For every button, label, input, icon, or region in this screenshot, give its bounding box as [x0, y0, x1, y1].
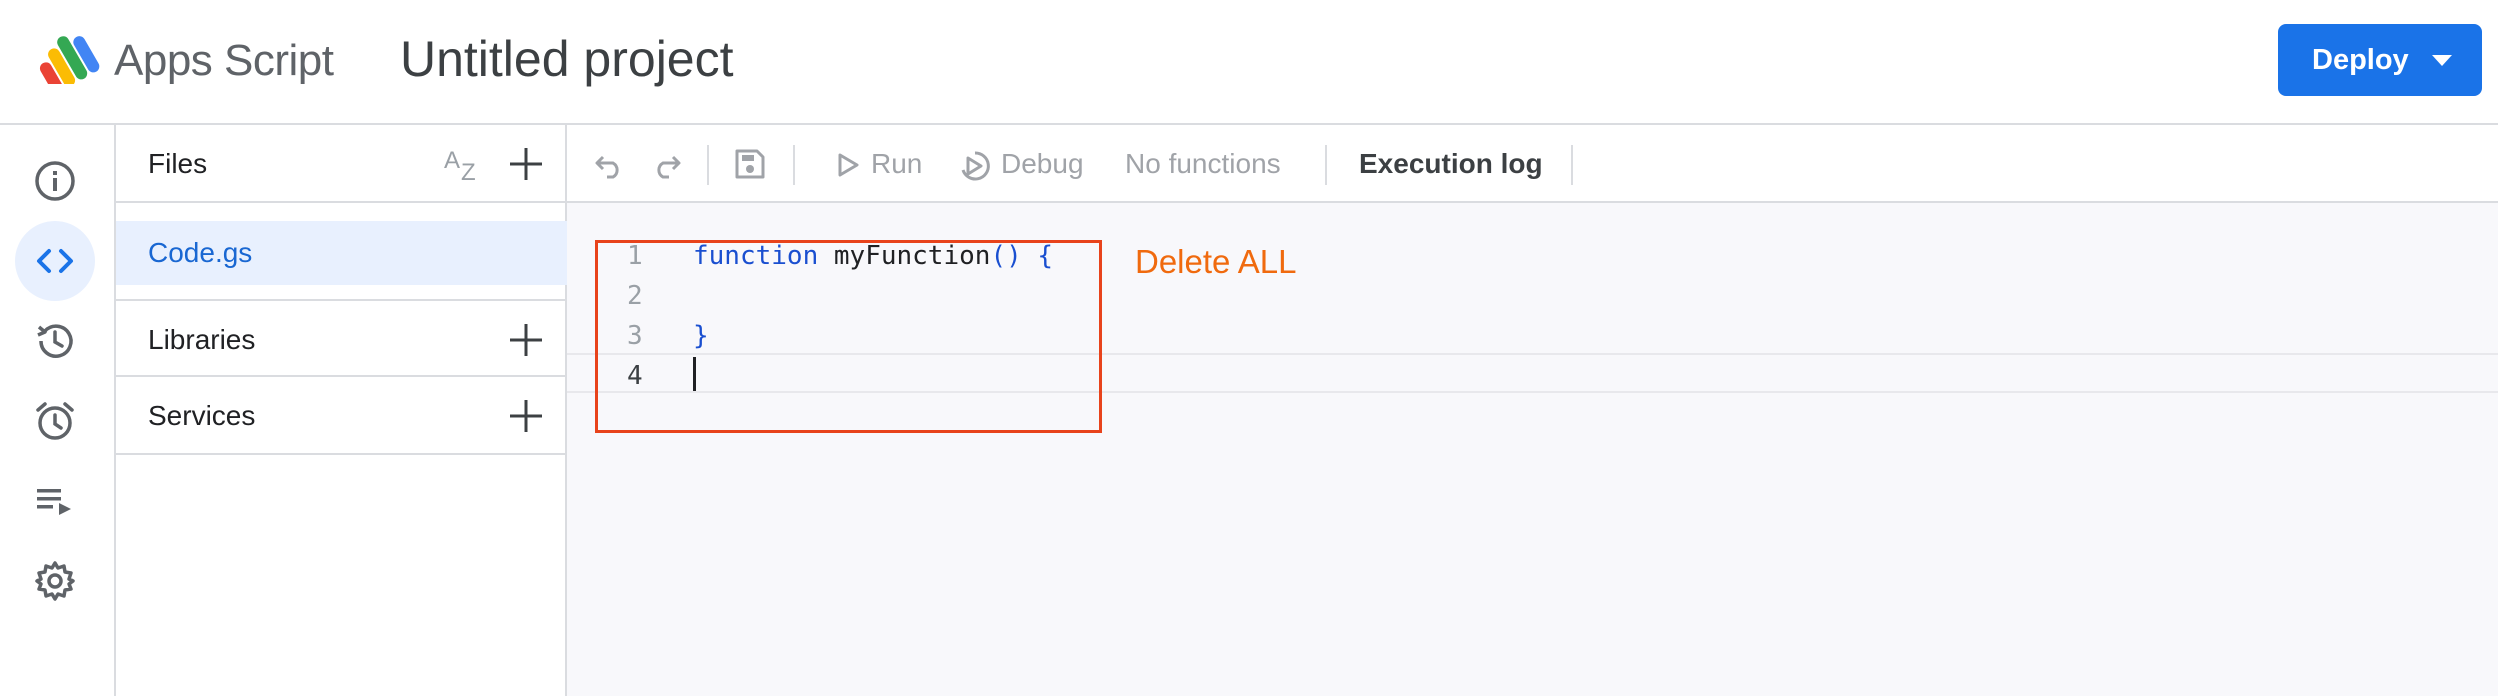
- files-heading: Files: [148, 148, 208, 179]
- svg-text:Z: Z: [461, 159, 476, 184]
- caret-down-icon: [2432, 55, 2452, 66]
- toolbar-divider: [707, 145, 709, 185]
- executions-button[interactable]: [15, 301, 95, 381]
- deploy-label: Deploy: [2312, 43, 2409, 76]
- info-icon: [35, 161, 75, 201]
- annotation-box: [595, 240, 1102, 433]
- services-heading: Services: [148, 400, 256, 431]
- app-name: Apps Script: [114, 36, 334, 85]
- overview-button[interactable]: [15, 141, 95, 221]
- side-rail: [0, 125, 116, 696]
- editor-area: Run Debug No functions Execution log 1 f…: [567, 125, 2498, 696]
- toolbar-divider: [793, 145, 795, 185]
- executions-list-button[interactable]: [15, 461, 95, 541]
- code-icon: [37, 249, 73, 273]
- editor-toolbar: Run Debug No functions Execution log: [567, 125, 2498, 203]
- gear-icon: [35, 561, 75, 601]
- project-title[interactable]: Untitled project: [400, 30, 734, 88]
- toolbar-divider: [1325, 145, 1327, 185]
- settings-button[interactable]: [15, 541, 95, 621]
- apps-script-logo-icon[interactable]: [36, 32, 104, 84]
- top-bar: Apps Script Untitled project Deploy: [0, 0, 2498, 125]
- deploy-button[interactable]: Deploy: [2278, 24, 2482, 96]
- editor-button[interactable]: [15, 221, 95, 301]
- save-icon[interactable]: [733, 147, 767, 181]
- history-icon: [37, 324, 73, 358]
- toolbar-divider: [1571, 145, 1573, 185]
- sort-az-icon[interactable]: A Z: [442, 144, 484, 184]
- execution-log-button[interactable]: Execution log: [1359, 148, 1543, 180]
- run-label: Run: [871, 148, 923, 179]
- file-item-code-gs[interactable]: Code.gs: [116, 221, 567, 285]
- files-header: Files A Z: [116, 125, 567, 203]
- services-row: Services: [116, 377, 567, 455]
- play-icon: [838, 153, 859, 177]
- alarm-icon: [36, 402, 74, 440]
- libraries-row: Libraries: [116, 299, 567, 377]
- add-service-icon[interactable]: [508, 398, 544, 434]
- triggers-button[interactable]: [15, 381, 95, 461]
- files-panel: Files A Z Code.gs Libraries Services: [116, 125, 567, 696]
- svg-text:A: A: [444, 147, 460, 174]
- libraries-heading: Libraries: [148, 324, 256, 355]
- add-file-icon[interactable]: [508, 146, 544, 182]
- redo-icon[interactable]: [649, 147, 683, 181]
- annotation-note: Delete ALL: [1135, 243, 1297, 280]
- add-library-icon[interactable]: [508, 322, 544, 358]
- debug-label: Debug: [1001, 148, 1084, 179]
- debug-icon: [961, 151, 990, 181]
- playlist-icon: [37, 489, 71, 515]
- function-select[interactable]: No functions: [1125, 148, 1281, 180]
- file-name: Code.gs: [148, 237, 253, 268]
- undo-icon[interactable]: [593, 147, 627, 181]
